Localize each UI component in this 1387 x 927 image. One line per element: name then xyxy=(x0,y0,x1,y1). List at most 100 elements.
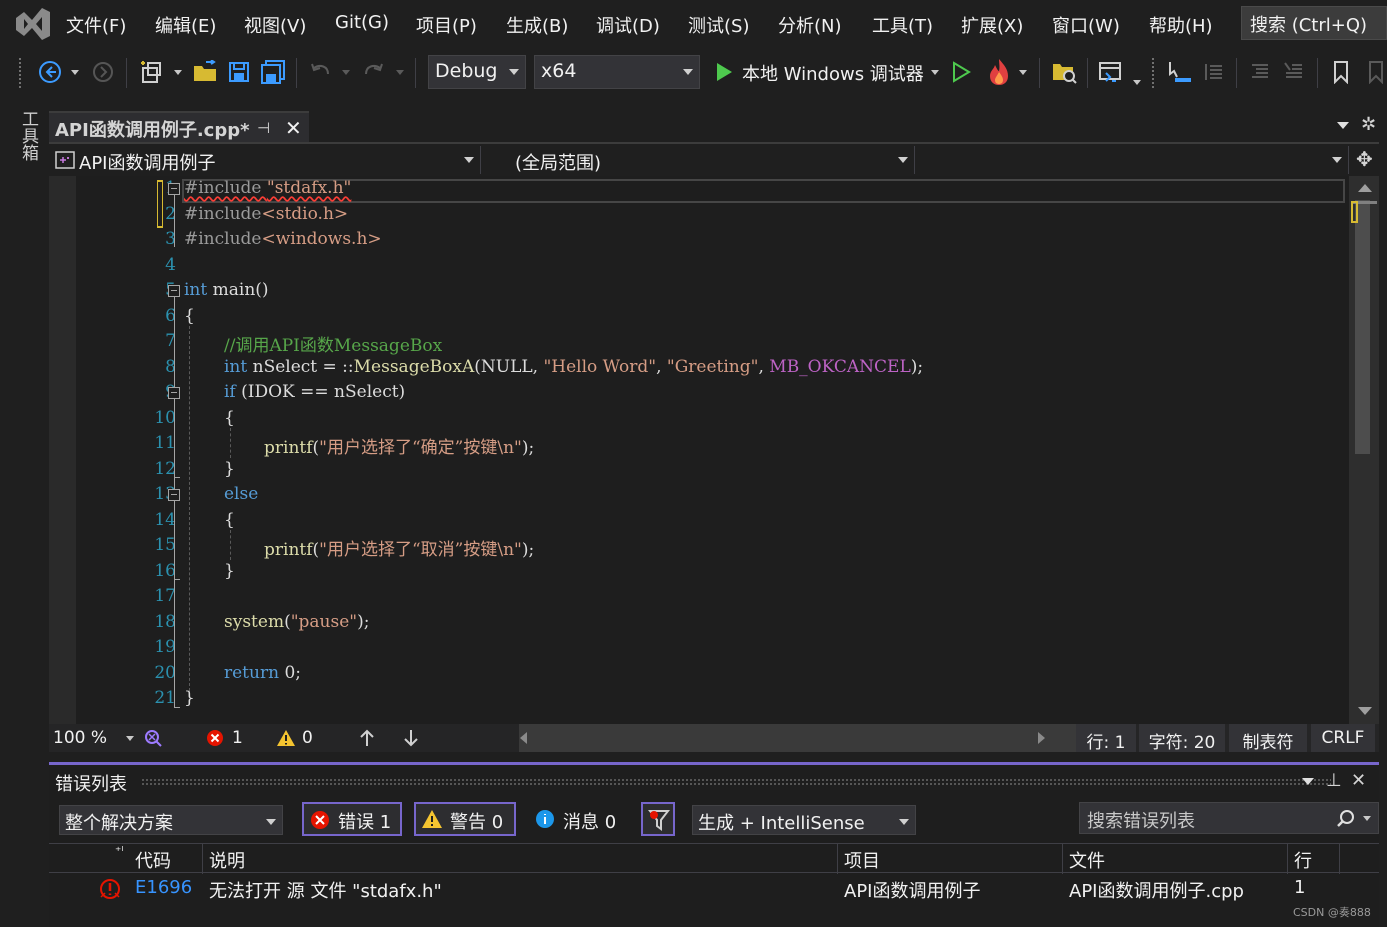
collapse-icon[interactable] xyxy=(168,183,180,195)
open-folder-icon[interactable] xyxy=(191,58,219,86)
line-ending-indicator[interactable]: CRLF xyxy=(1311,724,1375,752)
menu-debug[interactable]: 调试(D) xyxy=(596,12,660,38)
code-editor[interactable]: 1 2 3 4 5 6 7 8 9 10 11 12 13 14 15 16 1… xyxy=(49,176,1379,724)
visual-studio-logo-icon[interactable] xyxy=(12,6,52,42)
search-box[interactable]: 搜索 (Ctrl+Q) xyxy=(1241,6,1387,40)
debugger-dropdown-icon[interactable] xyxy=(931,70,939,75)
layout-dropdown-icon[interactable] xyxy=(1133,80,1141,85)
column-header-description[interactable]: 说明 xyxy=(209,847,245,873)
gear-icon[interactable]: ✲ xyxy=(1361,114,1376,135)
collapse-icon[interactable] xyxy=(168,387,180,399)
panel-options-dropdown-icon[interactable] xyxy=(1302,778,1314,785)
close-icon[interactable]: ✕ xyxy=(285,116,302,140)
intellisense-health-icon[interactable] xyxy=(143,728,163,748)
scroll-down-icon[interactable] xyxy=(1358,707,1372,715)
member-dropdown[interactable] xyxy=(919,146,1349,174)
filter-toggle-button[interactable] xyxy=(641,802,675,836)
menu-tools[interactable]: 工具(T) xyxy=(872,12,933,38)
column-header-line[interactable]: 行 xyxy=(1294,847,1312,873)
column-header-project[interactable]: 项目 xyxy=(844,847,880,873)
char-indicator[interactable]: 字符: 20 xyxy=(1139,724,1225,753)
menu-window[interactable]: 窗口(W) xyxy=(1052,12,1120,38)
menu-analyze[interactable]: 分析(N) xyxy=(778,12,842,38)
hot-reload-dropdown-icon[interactable] xyxy=(1019,70,1027,75)
toolbar-grip-2[interactable] xyxy=(1151,57,1155,89)
menu-extensions[interactable]: 扩展(X) xyxy=(961,12,1023,38)
panel-drag-area[interactable] xyxy=(141,778,1331,786)
new-project-icon[interactable] xyxy=(137,58,167,88)
identifier: (NULL, xyxy=(474,357,544,377)
previous-issue-icon[interactable] xyxy=(359,729,375,747)
tab-list-dropdown-icon[interactable] xyxy=(1337,122,1349,129)
table-row[interactable]: E1696 无法打开 源 文件 "stdafx.h" API函数调用例子 API… xyxy=(49,873,1379,903)
indent-mode-indicator[interactable]: 制表符 xyxy=(1229,724,1307,753)
search-icon[interactable] xyxy=(1336,809,1356,829)
build-source-dropdown[interactable]: 生成 + IntelliSense xyxy=(692,805,916,835)
platform-dropdown[interactable]: x64 xyxy=(534,55,700,89)
function-name: MessageBoxA xyxy=(353,357,475,377)
menu-edit[interactable]: 编辑(E) xyxy=(155,12,216,38)
solution-explorer-icon[interactable] xyxy=(1050,58,1078,86)
menu-project[interactable]: 项目(P) xyxy=(416,12,477,38)
next-issue-icon[interactable] xyxy=(403,729,419,747)
comment-lines-icon xyxy=(1246,58,1274,86)
hot-reload-icon[interactable] xyxy=(985,56,1013,88)
code-line: } xyxy=(184,688,195,713)
new-project-dropdown-icon[interactable] xyxy=(174,70,182,75)
window-layout-icon[interactable] xyxy=(1097,58,1125,86)
messages-filter-button[interactable]: 消息 0 xyxy=(563,808,616,834)
error-icon[interactable] xyxy=(206,729,224,747)
error-search-input[interactable]: 搜索错误列表 xyxy=(1079,802,1379,834)
warning-icon[interactable] xyxy=(276,729,296,747)
scope-dropdown[interactable]: (全局范围) xyxy=(485,146,915,174)
collapse-icon[interactable] xyxy=(168,489,180,501)
back-dropdown-icon[interactable] xyxy=(71,70,79,75)
zoom-dropdown-icon[interactable] xyxy=(126,736,134,741)
column-header-code[interactable]: 代码 xyxy=(135,847,171,873)
menu-file[interactable]: 文件(F) xyxy=(66,12,126,38)
toolbox-tab[interactable]: 工具箱 xyxy=(13,110,38,161)
chevron-down-icon xyxy=(266,819,276,825)
back-icon[interactable] xyxy=(36,58,64,86)
chevron-down-icon xyxy=(464,157,474,163)
error-count[interactable]: 1 xyxy=(232,728,243,748)
menu-test[interactable]: 测试(S) xyxy=(688,12,749,38)
configuration-dropdown[interactable]: Debug xyxy=(428,55,526,89)
toolbar-grip[interactable] xyxy=(18,57,22,89)
warning-count[interactable]: 0 xyxy=(302,728,313,748)
project-dropdown[interactable]: API函数调用例子 xyxy=(51,146,481,174)
search-options-dropdown-icon[interactable] xyxy=(1363,816,1371,821)
warnings-filter-button[interactable]: 警告 0 xyxy=(414,802,516,836)
line-indicator[interactable]: 行: 1 xyxy=(1076,724,1136,753)
step-cursor-icon[interactable] xyxy=(1165,58,1193,86)
pin-icon[interactable]: ⊣ xyxy=(257,119,270,137)
column-header-file[interactable]: 文件 xyxy=(1069,847,1105,873)
menu-view[interactable]: 视图(V) xyxy=(244,12,306,38)
scroll-right-icon[interactable] xyxy=(1038,732,1045,744)
menu-git[interactable]: Git(G) xyxy=(335,12,389,38)
close-icon[interactable]: ✕ xyxy=(1351,770,1366,791)
split-window-icon[interactable]: ✥ xyxy=(1356,147,1373,171)
save-icon[interactable] xyxy=(225,58,253,86)
menu-build[interactable]: 生成(B) xyxy=(506,12,568,38)
document-tab[interactable]: API函数调用例子.cpp* ⊣ ✕ xyxy=(49,111,309,143)
scrollbar-thumb[interactable] xyxy=(1355,200,1370,454)
horizontal-scrollbar[interactable] xyxy=(519,724,1104,752)
errors-filter-button[interactable]: 错误 1 xyxy=(302,802,402,836)
scroll-left-icon[interactable] xyxy=(520,732,527,744)
punctuation: , xyxy=(758,357,770,377)
start-debugger-button[interactable]: 本地 Windows 调试器 xyxy=(742,60,924,86)
info-icon[interactable] xyxy=(535,809,555,829)
zoom-level[interactable]: 100 % xyxy=(53,728,107,748)
start-debugging-icon[interactable] xyxy=(712,59,736,85)
pin-icon[interactable]: ⊥ xyxy=(1326,770,1342,791)
error-code-link[interactable]: E1696 xyxy=(135,877,192,898)
collapse-icon[interactable] xyxy=(168,285,180,297)
menu-help[interactable]: 帮助(H) xyxy=(1149,12,1213,38)
code-line: { xyxy=(184,306,195,331)
error-scope-dropdown[interactable]: 整个解决方案 xyxy=(59,805,283,835)
start-without-debugging-icon[interactable] xyxy=(948,59,974,85)
scroll-up-icon[interactable] xyxy=(1358,184,1372,192)
save-all-icon[interactable] xyxy=(258,58,288,86)
bookmark-icon[interactable] xyxy=(1328,58,1354,86)
